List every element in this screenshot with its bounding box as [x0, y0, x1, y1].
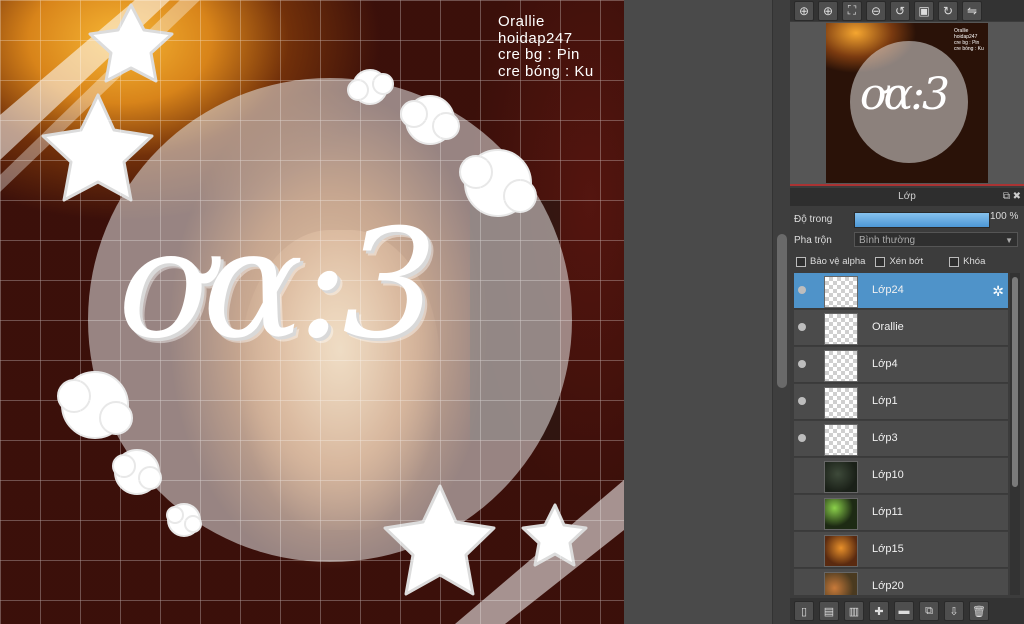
visibility-icon[interactable] [797, 544, 807, 554]
chevron-down-icon: ▼ [1005, 236, 1013, 245]
layer-name: Lớp15 [872, 543, 904, 555]
layer-actions-bar: ▯ ▤ ▥ ✚ ▬ ⧉ ⇩ 🗑 [790, 598, 1024, 624]
visibility-icon[interactable] [797, 359, 807, 369]
trash-icon[interactable]: 🗑 [969, 601, 989, 621]
visibility-icon[interactable] [797, 507, 807, 517]
protect-alpha-checkbox[interactable]: Bảo vệ alpha [796, 256, 865, 267]
reset-icon[interactable]: ▣ [914, 0, 934, 21]
blend-row: Pha trộn [794, 230, 832, 250]
layer-thumbnail [824, 350, 858, 382]
layer-name: Lớp11 [872, 506, 903, 518]
layer-row[interactable]: Lớp15 [794, 532, 1008, 568]
checkbox-label: Bảo vệ alpha [810, 256, 866, 267]
merge-layer-icon[interactable]: ⇩ [944, 601, 964, 621]
scrollbar-thumb[interactable] [1012, 277, 1018, 487]
checkbox-box[interactable] [949, 256, 960, 267]
thumb-lettering: ơα:3 [860, 69, 950, 120]
blend-mode-value: Bình thường [859, 235, 916, 246]
right-panel: ⊕ ⊕ ⛶ ⊖ ↺ ▣ ↻ ⇋ ơα:3 Orallie hoidap247 c… [790, 0, 1024, 624]
workspace-gutter [624, 0, 772, 624]
layer-thumbnail [824, 387, 858, 419]
layer-list: Lớp24 ✲ Orallie Lớp4 Lớp1 Lớp3 Lớp10 Lớp… [794, 273, 1008, 595]
scrollbar-thumb[interactable] [777, 234, 787, 388]
navigator-preview[interactable]: ơα:3 Orallie hoidap247 cre bg : Pin cre … [790, 22, 1024, 186]
layer-thumbnail [824, 461, 858, 493]
visibility-icon[interactable] [797, 285, 807, 295]
layer-thumbnail [824, 498, 858, 530]
visibility-icon[interactable] [797, 322, 807, 332]
credit-line: hoidap247 [498, 29, 573, 47]
layer-row[interactable]: Orallie [794, 310, 1008, 346]
layer-row[interactable]: Lớp4 [794, 347, 1008, 383]
new-layer-1bit-icon[interactable]: ▥ [844, 601, 864, 621]
drawing-canvas[interactable]: Orallie hoidap247 cre bg : Pin cre bóng … [0, 0, 624, 624]
layer-name: Lớp1 [872, 395, 898, 407]
checkbox-label: Xén bớt [889, 256, 924, 267]
credit-line: cre bóng : Ku [498, 62, 594, 80]
layer-name: Lớp24 [872, 284, 904, 296]
fit-icon[interactable]: ⛶ [842, 0, 862, 21]
layer-row[interactable]: Lớp1 [794, 384, 1008, 420]
opacity-value: 100 % [990, 211, 1019, 222]
layer-thumbnail [824, 276, 858, 308]
layer-name: Lớp20 [872, 580, 904, 592]
new-layer-icon[interactable]: ▯ [794, 601, 814, 621]
rotate-left-icon[interactable]: ↺ [890, 0, 910, 21]
folder-icon[interactable]: ▬ [894, 601, 914, 621]
close-icon[interactable]: ✖ [1013, 188, 1021, 206]
thumb-credits: Orallie hoidap247 cre bg : Pin cre bóng … [954, 28, 984, 52]
navigator-thumbnail: ơα:3 Orallie hoidap247 cre bg : Pin cre … [826, 23, 988, 183]
blend-label: Pha trộn [794, 234, 832, 246]
checkbox-box[interactable] [796, 256, 806, 267]
popout-icon[interactable]: ⧉ [1003, 188, 1010, 206]
visibility-icon[interactable] [797, 470, 807, 480]
blend-mode-select[interactable]: Bình thường ▼ [854, 232, 1018, 247]
layer-list-scrollbar[interactable] [1010, 273, 1020, 595]
layer-row[interactable]: Lớp3 [794, 421, 1008, 457]
opacity-row: Độ trong [794, 209, 832, 229]
checkbox-label: Khóa [963, 256, 986, 267]
visibility-icon[interactable] [797, 396, 807, 406]
gear-icon[interactable]: ✲ [992, 283, 1004, 300]
layer-row[interactable]: Lớp10 [794, 458, 1008, 494]
layer-options: Bảo vệ alpha Xén bớt Khóa [796, 256, 985, 267]
visibility-icon[interactable] [797, 433, 807, 443]
layer-row[interactable]: Lớp11 [794, 495, 1008, 531]
layer-row[interactable]: Lớp24 ✲ [794, 273, 1008, 309]
lock-checkbox[interactable]: Khóa [949, 256, 985, 267]
layer-thumbnail [824, 424, 858, 456]
visibility-icon[interactable] [797, 581, 807, 591]
rotate-right-icon[interactable]: ↻ [938, 0, 958, 21]
main-lettering: ơα:3 [118, 198, 438, 372]
opacity-label: Độ trong [794, 213, 833, 225]
flip-icon[interactable]: ⇋ [962, 0, 982, 21]
credit-line: Orallie [498, 13, 545, 30]
zoom-out-icon[interactable]: ⊖ [866, 0, 886, 21]
canvas-scrollbar[interactable] [772, 0, 791, 624]
layer-thumbnail [824, 535, 858, 567]
layer-row[interactable]: Lớp20 [794, 569, 1008, 595]
duplicate-layer-icon[interactable]: ⧉ [919, 601, 939, 621]
layer-name: Lớp3 [872, 432, 898, 444]
credit-line: cre bg : Pin [498, 46, 580, 63]
layer-thumbnail [824, 313, 858, 345]
opacity-slider[interactable] [854, 212, 990, 228]
new-layer-8bit-icon[interactable]: ▤ [819, 601, 839, 621]
zoom-in-icon[interactable]: ⊕ [794, 0, 814, 21]
layer-panel-title: Lớp [898, 191, 916, 202]
checkbox-box[interactable] [875, 256, 886, 267]
clipping-checkbox[interactable]: Xén bớt [875, 256, 923, 267]
layer-name: Lớp4 [872, 358, 898, 370]
zoom-in-icon[interactable]: ⊕ [818, 0, 838, 21]
thumb-credit-line: cre bóng : Ku [954, 46, 984, 52]
add-special-layer-icon[interactable]: ✚ [869, 601, 889, 621]
credits-text: Orallie hoidap247 cre bg : Pin cre bóng … [498, 13, 594, 80]
layer-panel-header: Lớp ⧉ ✖ [790, 188, 1024, 206]
layer-name: Orallie [872, 321, 904, 333]
layer-thumbnail [824, 572, 858, 595]
layer-name: Lớp10 [872, 469, 904, 481]
navigator-toolbar: ⊕ ⊕ ⛶ ⊖ ↺ ▣ ↻ ⇋ [790, 0, 1024, 21]
